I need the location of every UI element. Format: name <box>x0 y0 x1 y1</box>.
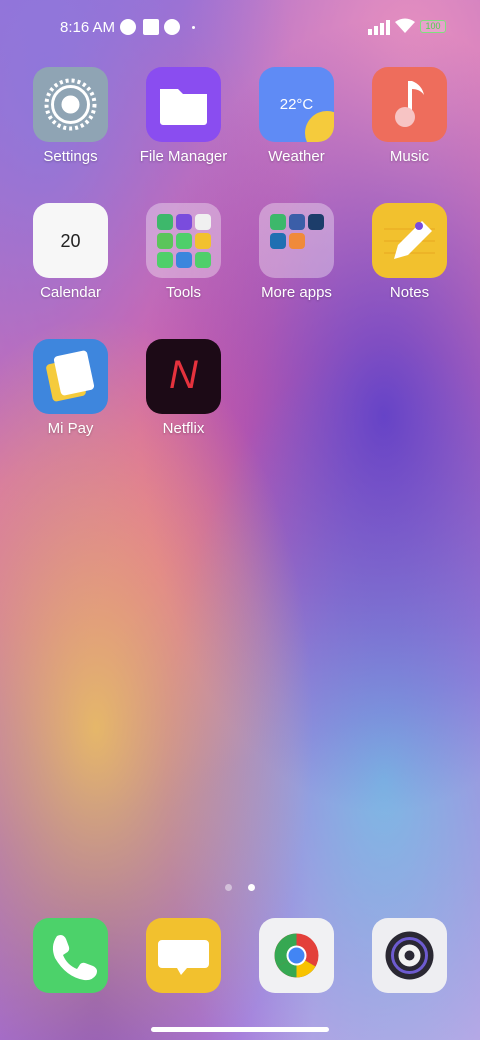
app-notes[interactable]: Notes <box>353 203 466 301</box>
status-bar: 8:16 AM 100 <box>0 0 480 56</box>
pencil-icon <box>372 203 447 278</box>
app-file-manager[interactable]: File Manager <box>127 67 240 165</box>
app-label: Calendar <box>40 284 101 301</box>
page-indicator <box>0 878 480 896</box>
folder-icon <box>146 67 221 142</box>
app-label: Weather <box>268 148 325 165</box>
dock-messages[interactable] <box>127 918 240 993</box>
folder-more-apps[interactable]: More apps <box>240 203 353 301</box>
chrome-icon <box>259 918 334 993</box>
app-label: Notes <box>389 284 430 301</box>
page-dot-1[interactable] <box>224 884 232 891</box>
home-indicator[interactable] <box>151 1027 329 1032</box>
messages-icon <box>146 918 221 993</box>
calendar-day: 20 <box>60 231 81 251</box>
dock-camera[interactable] <box>353 918 466 993</box>
wallet-icon <box>33 339 108 414</box>
more-notifications-dot <box>192 26 195 29</box>
app-label: Music <box>389 148 430 165</box>
app-mi-pay[interactable]: Mi Pay <box>14 339 127 437</box>
page-dot-2[interactable] <box>248 884 256 891</box>
notification-icon <box>120 19 136 35</box>
folder-icon <box>146 203 221 278</box>
weather-temp: 22°C <box>279 96 314 113</box>
app-weather[interactable]: 22°C Weather <box>240 67 353 165</box>
folder-tools[interactable]: Tools <box>127 203 240 301</box>
signal-icon <box>368 20 390 35</box>
app-label: More apps <box>261 284 332 301</box>
app-label: Tools <box>165 284 202 301</box>
music-note-icon <box>372 67 447 142</box>
app-label: Netflix <box>162 420 205 437</box>
weather-icon: 22°C <box>259 67 334 142</box>
dock-phone[interactable] <box>14 918 127 993</box>
gear-icon <box>33 67 108 142</box>
app-settings[interactable]: Settings <box>14 67 127 165</box>
app-netflix[interactable]: N Netflix <box>127 339 240 437</box>
app-label: File Manager <box>139 148 228 165</box>
status-time: 8:16 AM <box>60 19 116 36</box>
netflix-icon: N <box>146 339 221 414</box>
square-icon <box>143 19 159 35</box>
phone-icon <box>33 918 108 993</box>
folder-icon <box>259 203 334 278</box>
app-label: Mi Pay <box>47 420 94 437</box>
notification-icon <box>164 19 180 35</box>
app-music[interactable]: Music <box>353 67 466 165</box>
calendar-icon: 20 <box>33 203 108 278</box>
wifi-icon <box>395 18 415 33</box>
app-label: Settings <box>43 148 98 165</box>
battery-icon: 100 <box>420 20 446 33</box>
dock-chrome[interactable] <box>240 918 353 993</box>
app-calendar[interactable]: 20 Calendar <box>14 203 127 301</box>
netflix-letter: N <box>169 353 198 397</box>
camera-icon <box>372 918 447 993</box>
